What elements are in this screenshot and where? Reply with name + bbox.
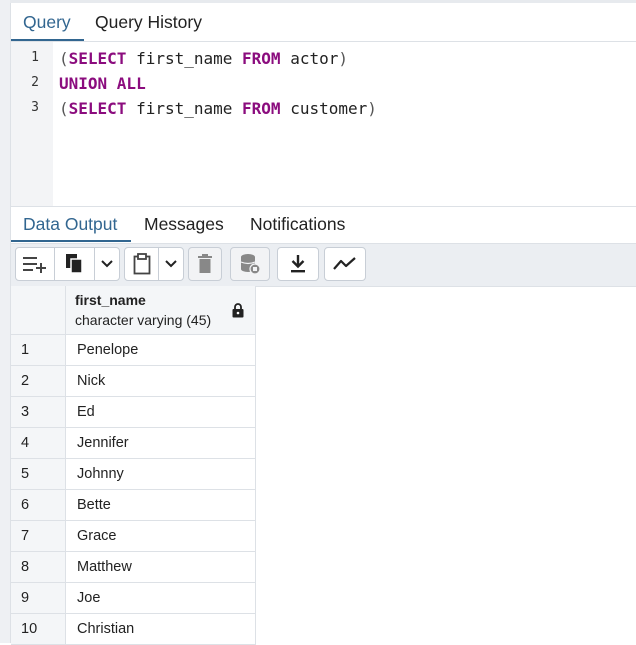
tab-data-output[interactable]: Data Output xyxy=(23,207,117,241)
line-number: 1 xyxy=(31,50,39,65)
copy-icon xyxy=(65,254,83,274)
copy-options-dropdown[interactable] xyxy=(95,248,119,280)
delete-icon xyxy=(198,254,212,273)
code-line-2: UNION ALL xyxy=(59,74,146,93)
open-paren: ( xyxy=(59,99,69,118)
row-number[interactable]: 8 xyxy=(11,552,66,583)
code-text: first_name xyxy=(126,99,243,118)
result-tab-bar: Data Output Messages Notifications xyxy=(11,207,636,244)
paste-options-dropdown[interactable] xyxy=(159,248,183,280)
tab-messages[interactable]: Messages xyxy=(144,207,224,241)
download-button[interactable] xyxy=(277,247,319,281)
keyword-select: SELECT xyxy=(68,49,127,68)
table-cell[interactable]: Penelope xyxy=(66,335,256,366)
code-line-1: (SELECT first_name FROM actor) xyxy=(59,49,348,68)
paste-button-group xyxy=(124,247,184,281)
table-row: 2 Nick xyxy=(11,366,256,397)
result-data-grid: first_name character varying (45) 1 Pene… xyxy=(11,286,256,645)
open-paren: ( xyxy=(59,49,69,68)
row-number[interactable]: 5 xyxy=(11,459,66,490)
save-data-icon xyxy=(240,254,261,275)
active-tab-indicator xyxy=(11,39,84,41)
row-number[interactable]: 1 xyxy=(11,335,66,366)
grid-corner-header[interactable] xyxy=(11,286,66,335)
table-row: 7 Grace xyxy=(11,521,256,552)
keyword-from: FROM xyxy=(242,49,281,68)
keyword-select: SELECT xyxy=(68,99,127,118)
table-row: 5 Johnny xyxy=(11,459,256,490)
sql-editor[interactable]: 1 2 3 (SELECT first_name FROM actor) UNI… xyxy=(11,42,636,207)
save-data-button[interactable] xyxy=(230,247,270,281)
lock-icon xyxy=(232,303,244,318)
table-cell[interactable]: Christian xyxy=(66,614,256,645)
row-number[interactable]: 7 xyxy=(11,521,66,552)
left-panel-edge xyxy=(0,0,11,643)
column-type: character varying (45) xyxy=(75,312,212,328)
table-cell[interactable]: Joe xyxy=(66,583,256,614)
table-cell[interactable]: Bette xyxy=(66,490,256,521)
add-row-icon xyxy=(23,257,46,273)
chevron-down-icon xyxy=(101,260,113,268)
table-row: 6 Bette xyxy=(11,490,256,521)
table-row: 1 Penelope xyxy=(11,335,256,366)
code-text: customer xyxy=(280,99,368,118)
copy-button-group xyxy=(54,247,120,281)
graph-icon xyxy=(333,257,356,270)
code-text: actor xyxy=(280,49,339,68)
delete-row-button[interactable] xyxy=(188,247,222,281)
table-cell[interactable]: Jennifer xyxy=(66,428,256,459)
code-line-3: (SELECT first_name FROM customer) xyxy=(59,99,377,118)
code-text: first_name xyxy=(126,49,243,68)
table-cell[interactable]: Johnny xyxy=(66,459,256,490)
table-cell[interactable]: Ed xyxy=(66,397,256,428)
column-name: first_name xyxy=(75,292,146,308)
line-number: 2 xyxy=(31,75,39,90)
tab-query-history[interactable]: Query History xyxy=(95,3,202,41)
table-cell[interactable]: Nick xyxy=(66,366,256,397)
row-number[interactable]: 9 xyxy=(11,583,66,614)
table-row: 9 Joe xyxy=(11,583,256,614)
table-cell[interactable]: Matthew xyxy=(66,552,256,583)
table-row: 3 Ed xyxy=(11,397,256,428)
column-header-first-name[interactable]: first_name character varying (45) xyxy=(66,286,256,335)
table-row: 8 Matthew xyxy=(11,552,256,583)
add-row-button[interactable] xyxy=(15,247,55,281)
row-number[interactable]: 10 xyxy=(11,614,66,645)
graph-visualiser-button[interactable] xyxy=(324,247,366,281)
paste-button[interactable] xyxy=(125,248,160,280)
row-number[interactable]: 6 xyxy=(11,490,66,521)
close-paren: ) xyxy=(367,99,377,118)
line-number: 3 xyxy=(31,100,39,115)
query-tab-bar: Query Query History xyxy=(11,3,636,42)
download-icon xyxy=(291,255,305,273)
table-cell[interactable]: Grace xyxy=(66,521,256,552)
table-row: 4 Jennifer xyxy=(11,428,256,459)
tab-query[interactable]: Query xyxy=(23,3,71,41)
tab-notifications[interactable]: Notifications xyxy=(250,207,345,241)
keyword-union-all: UNION ALL xyxy=(59,74,146,93)
row-number[interactable]: 2 xyxy=(11,366,66,397)
data-output-toolbar xyxy=(11,244,636,287)
paste-icon xyxy=(133,253,151,275)
row-number[interactable]: 3 xyxy=(11,397,66,428)
keyword-from: FROM xyxy=(242,99,281,118)
close-paren: ) xyxy=(338,49,348,68)
chevron-down-icon xyxy=(165,260,177,268)
line-number-gutter: 1 2 3 xyxy=(11,42,53,206)
copy-button[interactable] xyxy=(55,248,96,280)
table-row: 10 Christian xyxy=(11,614,256,645)
row-number[interactable]: 4 xyxy=(11,428,66,459)
active-tab-indicator xyxy=(11,240,131,242)
